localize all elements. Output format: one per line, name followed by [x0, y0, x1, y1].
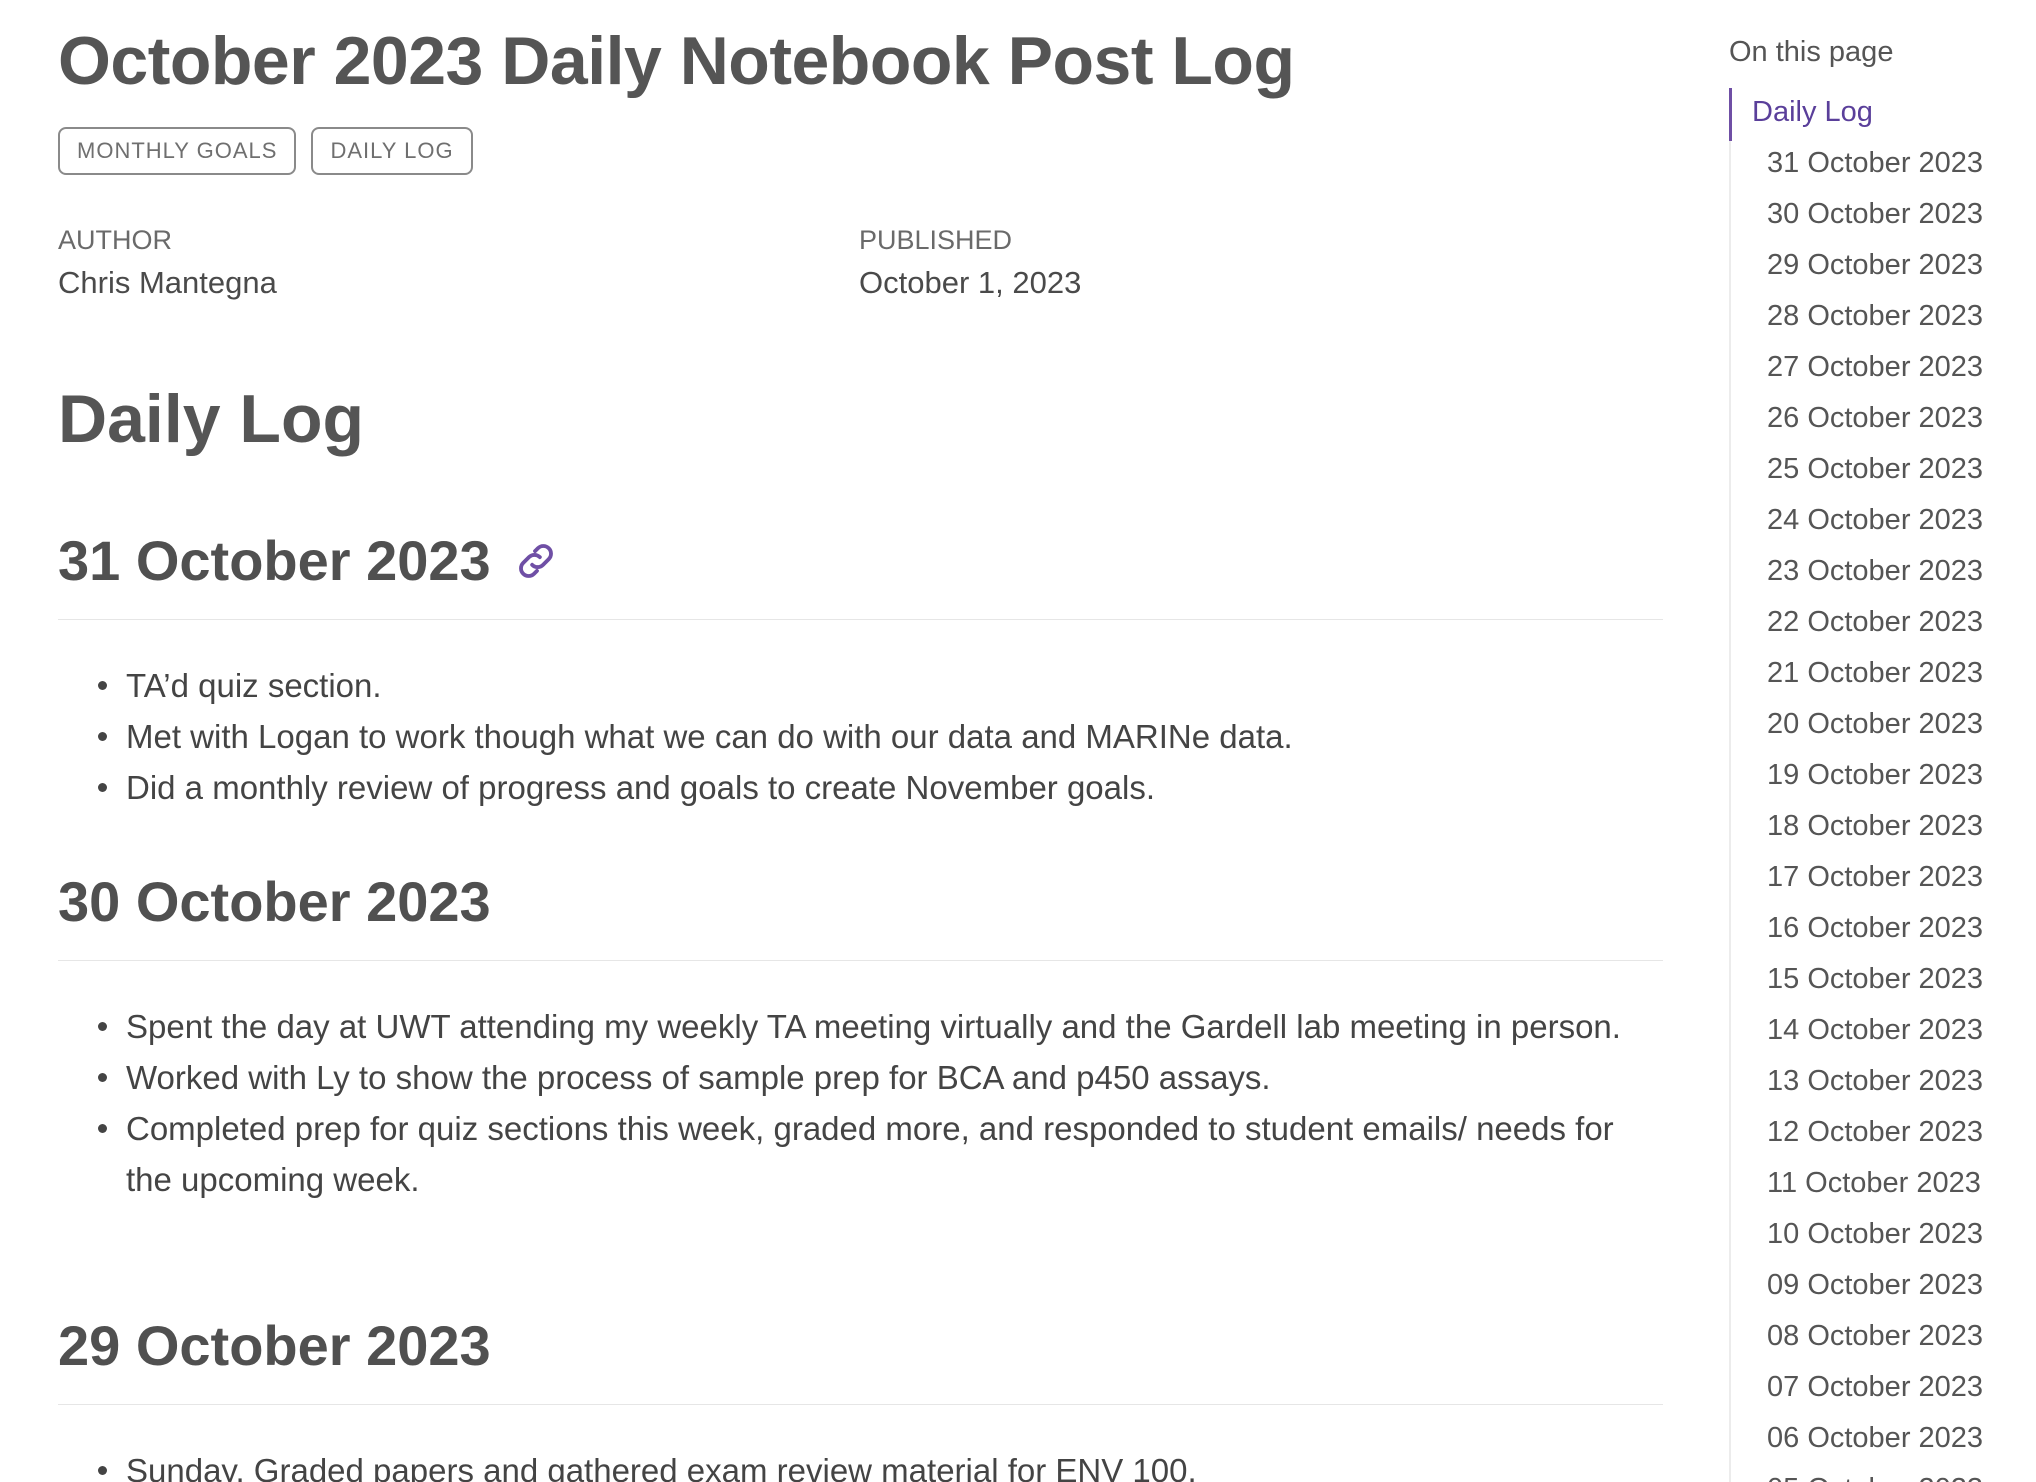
toc-link[interactable]: 16 October 2023	[1767, 912, 1983, 963]
entry-bullet-list: Spent the day at UWT attending my weekly…	[58, 1001, 1663, 1205]
toc-link[interactable]: 24 October 2023	[1767, 504, 1983, 555]
toc-link[interactable]: 11 October 2023	[1767, 1167, 1983, 1218]
toc-link[interactable]: 31 October 2023	[1767, 147, 1983, 198]
published-date: October 1, 2023	[859, 265, 1082, 300]
link-icon[interactable]	[513, 538, 559, 584]
list-item: Did a monthly review of progress and goa…	[58, 762, 1663, 813]
toc-link[interactable]: 15 October 2023	[1767, 963, 1983, 1014]
toc-link[interactable]: 09 October 2023	[1767, 1269, 1983, 1320]
toc-link[interactable]: 30 October 2023	[1767, 198, 1983, 249]
author-name: Chris Mantegna	[58, 265, 277, 300]
toc-link[interactable]: 26 October 2023	[1767, 402, 1983, 453]
toc-title: On this page	[1729, 36, 1894, 68]
toc-link-daily-log[interactable]: Daily Log	[1752, 96, 1873, 129]
toc-link[interactable]: 27 October 2023	[1767, 351, 1983, 402]
toc-link[interactable]: 21 October 2023	[1767, 657, 1983, 708]
toc-link[interactable]: 25 October 2023	[1767, 453, 1983, 504]
list-item: Completed prep for quiz sections this we…	[58, 1103, 1663, 1205]
tag-daily-log[interactable]: DAILY LOG	[311, 127, 473, 175]
log-entry: 30 October 2023 Spent the day at UWT att…	[58, 869, 1663, 1205]
toc-link[interactable]: 07 October 2023	[1767, 1371, 1983, 1422]
toc-link[interactable]: 20 October 2023	[1767, 708, 1983, 759]
toc-link[interactable]: 22 October 2023	[1767, 606, 1983, 657]
toc-list: 31 October 2023 30 October 2023 29 October…	[1767, 147, 1983, 1482]
toc-link[interactable]: 28 October 2023	[1767, 300, 1983, 351]
entry-date-heading: 29 October 2023	[58, 1314, 491, 1377]
toc-link[interactable]: 29 October 2023	[1767, 249, 1983, 300]
list-item: TA’d quiz section.	[58, 660, 1663, 711]
author-label: AUTHOR	[58, 225, 172, 255]
tag-monthly-goals[interactable]: MONTHLY GOALS	[58, 127, 297, 175]
list-item: Worked with Ly to show the process of sa…	[58, 1052, 1663, 1103]
list-item: Sunday. Graded papers and gathered exam …	[58, 1445, 1663, 1482]
section-heading-daily-log: Daily Log	[58, 381, 365, 457]
toc-link[interactable]: 18 October 2023	[1767, 810, 1983, 861]
published-label: PUBLISHED	[859, 225, 1013, 255]
toc-link[interactable]: 13 October 2023	[1767, 1065, 1983, 1116]
tag-list: MONTHLY GOALS DAILY LOG	[58, 127, 473, 175]
toc-link[interactable]: 10 October 2023	[1767, 1218, 1983, 1269]
toc-link[interactable]: 12 October 2023	[1767, 1116, 1983, 1167]
toc-link[interactable]: 06 October 2023	[1767, 1422, 1983, 1473]
toc-link[interactable]: 19 October 2023	[1767, 759, 1983, 810]
entry-bullet-list: Sunday. Graded papers and gathered exam …	[58, 1445, 1663, 1482]
toc-link[interactable]: 14 October 2023	[1767, 1014, 1983, 1065]
entry-date-heading: 30 October 2023	[58, 870, 491, 933]
toc-link[interactable]: 23 October 2023	[1767, 555, 1983, 606]
toc-link[interactable]: 05 October 2023	[1767, 1473, 1983, 1482]
toc-active-indicator	[1729, 88, 1732, 141]
log-entry: 31 October 2023 TA’d quiz section. Met w…	[58, 528, 1663, 813]
entry-bullet-list: TA’d quiz section. Met with Logan to wor…	[58, 660, 1663, 813]
page-title: October 2023 Daily Notebook Post Log	[58, 23, 1295, 99]
entry-date-heading: 31 October 2023	[58, 529, 491, 592]
toc-link[interactable]: 08 October 2023	[1767, 1320, 1983, 1371]
list-item: Met with Logan to work though what we ca…	[58, 711, 1663, 762]
log-entry: 29 October 2023 Sunday. Graded papers an…	[58, 1313, 1663, 1482]
list-item: Spent the day at UWT attending my weekly…	[58, 1001, 1663, 1052]
entry-header: 31 October 2023	[58, 528, 1663, 620]
toc-rail	[1729, 88, 1731, 1482]
toc-sidebar: On this page Daily Log 31 October 2023 30…	[1729, 0, 2036, 1482]
page: October 2023 Daily Notebook Post Log MON…	[0, 0, 2036, 1482]
entry-header: 30 October 2023	[58, 869, 1663, 961]
toc-link[interactable]: 17 October 2023	[1767, 861, 1983, 912]
entry-header: 29 October 2023	[58, 1313, 1663, 1405]
